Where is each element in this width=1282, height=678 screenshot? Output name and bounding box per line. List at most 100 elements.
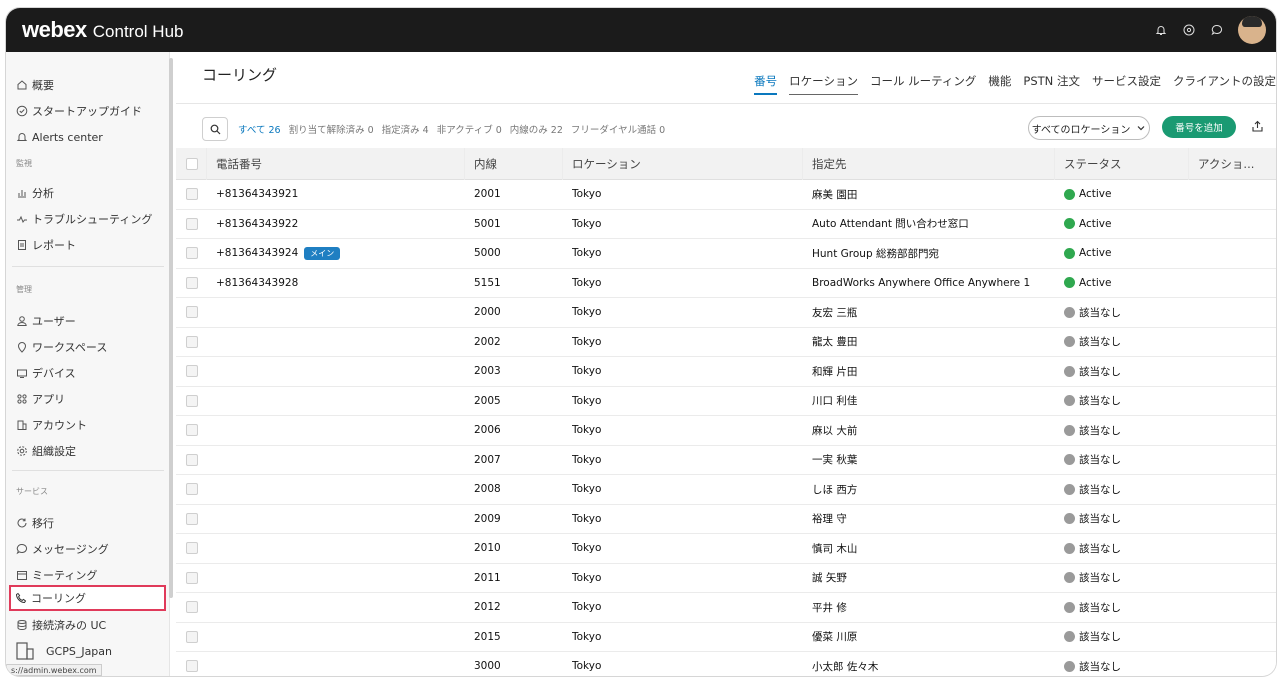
row-checkbox[interactable] bbox=[186, 210, 198, 239]
assigned-to-cell[interactable]: 和輝 片田 bbox=[812, 357, 857, 386]
table-row[interactable]: 2008 Tokyo しほ 西方 該当なし bbox=[176, 475, 1276, 505]
sidebar-item-troubleshooting[interactable]: トラブルシューティング bbox=[12, 206, 164, 232]
table-row[interactable]: 2007 Tokyo 一実 秋葉 該当なし bbox=[176, 446, 1276, 475]
table-row[interactable]: +81364343928 5151 Tokyo BroadWorks Anywhere… bbox=[176, 269, 1276, 298]
assigned-to-cell[interactable]: Auto Attendant 問い合わせ窓口 bbox=[812, 210, 969, 239]
row-checkbox[interactable] bbox=[186, 387, 198, 416]
table-row[interactable]: 2012 Tokyo 平井 修 該当なし bbox=[176, 593, 1276, 623]
table-row[interactable]: 2005 Tokyo 川口 利佳 該当なし bbox=[176, 387, 1276, 416]
table-row[interactable]: 2009 Tokyo 裕理 守 該当なし bbox=[176, 505, 1276, 534]
column-separator bbox=[464, 148, 465, 180]
row-checkbox[interactable] bbox=[186, 505, 198, 534]
row-checkbox[interactable] bbox=[186, 475, 198, 504]
table-row[interactable]: 2006 Tokyo 麻以 大前 該当なし bbox=[176, 416, 1276, 446]
filter-extension-only[interactable]: 内線のみ 22 bbox=[510, 122, 563, 136]
assigned-to-cell[interactable]: BroadWorks Anywhere Office Anywhere 1 bbox=[812, 269, 1030, 298]
assigned-to-cell[interactable]: 優菜 川原 bbox=[812, 623, 857, 652]
header-actions[interactable]: アクショ... bbox=[1198, 148, 1254, 179]
search-button[interactable] bbox=[202, 117, 228, 141]
row-checkbox[interactable] bbox=[186, 564, 198, 593]
chat-icon[interactable] bbox=[1210, 23, 1224, 37]
table-row[interactable]: 2010 Tokyo 慎司 木山 該当なし bbox=[176, 534, 1276, 564]
section-services: サービス bbox=[16, 487, 48, 496]
tab-service-settings[interactable]: サービス設定 bbox=[1092, 73, 1161, 95]
header-location[interactable]: ロケーション bbox=[572, 148, 641, 179]
sidebar-scrollbar[interactable] bbox=[169, 58, 173, 598]
header-status[interactable]: ステータス bbox=[1064, 148, 1122, 179]
filter-all[interactable]: すべて 26 bbox=[238, 122, 281, 136]
brand[interactable]: webex Control Hub bbox=[6, 17, 183, 43]
table-row[interactable]: 3000 Tokyo 小太郎 佐々木 該当なし bbox=[176, 652, 1276, 676]
assigned-to-cell[interactable]: 川口 利佳 bbox=[812, 387, 857, 416]
assigned-to-cell[interactable]: 小太郎 佐々木 bbox=[812, 652, 878, 676]
sidebar-item-workspaces[interactable]: ワークスペース bbox=[12, 334, 164, 360]
sidebar-item-alerts[interactable]: Alerts center bbox=[12, 124, 164, 150]
filter-inactive[interactable]: 非アクティブ 0 bbox=[437, 122, 502, 136]
table-row[interactable]: 2000 Tokyo 友宏 三瓶 該当なし bbox=[176, 298, 1276, 328]
table-row[interactable]: 2003 Tokyo 和輝 片田 該当なし bbox=[176, 357, 1276, 387]
table-row[interactable]: +81364343924 メイン 5000 Tokyo Hunt Group 総務部部門… bbox=[176, 239, 1276, 269]
header-assigned-to[interactable]: 指定先 bbox=[812, 148, 847, 179]
sidebar-item-apps[interactable]: アプリ bbox=[12, 386, 164, 412]
bell-icon[interactable] bbox=[1154, 23, 1168, 37]
assigned-to-cell[interactable]: しほ 西方 bbox=[812, 475, 857, 504]
assigned-to-cell[interactable]: 麻美 園田 bbox=[812, 180, 857, 209]
assigned-to-cell[interactable]: Hunt Group 総務部部門宛 bbox=[812, 239, 939, 268]
row-checkbox[interactable] bbox=[186, 534, 198, 563]
sidebar-item-devices[interactable]: デバイス bbox=[12, 360, 164, 386]
sidebar-item-users[interactable]: ユーザー bbox=[12, 308, 164, 334]
org-switcher[interactable]: GCPS_Japan bbox=[14, 640, 112, 662]
assigned-to-cell[interactable]: 誠 矢野 bbox=[812, 564, 847, 593]
row-checkbox[interactable] bbox=[186, 239, 198, 268]
assigned-to-cell[interactable]: 一実 秋葉 bbox=[812, 446, 857, 475]
filter-assigned[interactable]: 指定済み 4 bbox=[382, 122, 429, 136]
filter-unassigned[interactable]: 割り当て解除済み 0 bbox=[289, 122, 374, 136]
table-row[interactable]: 2002 Tokyo 龍太 豊田 該当なし bbox=[176, 328, 1276, 357]
row-checkbox[interactable] bbox=[186, 328, 198, 357]
assigned-to-cell[interactable]: 龍太 豊田 bbox=[812, 328, 857, 357]
tab-client-settings[interactable]: クライアントの設定 bbox=[1173, 73, 1276, 95]
row-checkbox[interactable] bbox=[186, 269, 198, 298]
row-checkbox[interactable] bbox=[186, 623, 198, 652]
row-checkbox[interactable] bbox=[186, 652, 198, 676]
add-number-button[interactable]: 番号を追加 bbox=[1162, 116, 1236, 138]
sidebar-item-messaging[interactable]: メッセージング bbox=[12, 536, 164, 562]
filter-toll-free[interactable]: フリーダイヤル通話 0 bbox=[571, 122, 665, 136]
sidebar-item-account[interactable]: アカウント bbox=[12, 412, 164, 438]
tab-numbers[interactable]: 番号 bbox=[754, 73, 778, 95]
row-checkbox[interactable] bbox=[186, 446, 198, 475]
row-checkbox[interactable] bbox=[186, 298, 198, 327]
assigned-to-cell[interactable]: 裕理 守 bbox=[812, 505, 847, 534]
row-checkbox[interactable] bbox=[186, 180, 198, 209]
sidebar-item-migration[interactable]: 移行 bbox=[12, 510, 164, 536]
assigned-to-cell[interactable]: 麻以 大前 bbox=[812, 416, 857, 445]
location-select[interactable]: すべてのロケーション bbox=[1028, 116, 1150, 140]
row-checkbox[interactable] bbox=[186, 416, 198, 445]
help-icon[interactable] bbox=[1182, 23, 1196, 37]
assigned-to-cell[interactable]: 慎司 木山 bbox=[812, 534, 857, 563]
tab-pstn-orders[interactable]: PSTN 注文 bbox=[1023, 73, 1080, 95]
sidebar-item-setup-guide[interactable]: スタートアップガイド bbox=[12, 98, 164, 124]
user-avatar[interactable] bbox=[1238, 16, 1266, 44]
row-checkbox[interactable] bbox=[186, 357, 198, 386]
header-extension[interactable]: 内線 bbox=[474, 148, 497, 179]
tab-features[interactable]: 機能 bbox=[988, 73, 1011, 95]
table-row[interactable]: 2011 Tokyo 誠 矢野 該当なし bbox=[176, 564, 1276, 593]
assigned-to-cell[interactable]: 友宏 三瓶 bbox=[812, 298, 857, 327]
row-checkbox[interactable] bbox=[186, 593, 198, 622]
table-row[interactable]: +81364343922 5001 Tokyo Auto Attendant 問い合わ… bbox=[176, 210, 1276, 239]
table-row[interactable]: +81364343921 2001 Tokyo 麻美 園田 Active bbox=[176, 180, 1276, 210]
tab-locations[interactable]: ロケーション bbox=[789, 73, 858, 95]
assigned-to-cell[interactable]: 平井 修 bbox=[812, 593, 847, 622]
sidebar-item-connected-uc[interactable]: 接続済みの UC bbox=[12, 612, 164, 638]
tab-call-routing[interactable]: コール ルーティング bbox=[870, 73, 976, 95]
table-row[interactable]: 2015 Tokyo 優菜 川原 該当なし bbox=[176, 623, 1276, 652]
sidebar-item-analytics[interactable]: 分析 bbox=[12, 180, 164, 206]
export-icon[interactable] bbox=[1251, 120, 1264, 136]
select-all-checkbox[interactable] bbox=[186, 148, 198, 179]
header-phone-number[interactable]: 電話番号 bbox=[216, 148, 262, 179]
sidebar-item-calling[interactable]: コーリング bbox=[9, 585, 166, 611]
sidebar-item-overview[interactable]: 概要 bbox=[12, 72, 164, 98]
sidebar-item-org-settings[interactable]: 組織設定 bbox=[12, 438, 164, 464]
sidebar-item-reports[interactable]: レポート bbox=[12, 232, 164, 258]
